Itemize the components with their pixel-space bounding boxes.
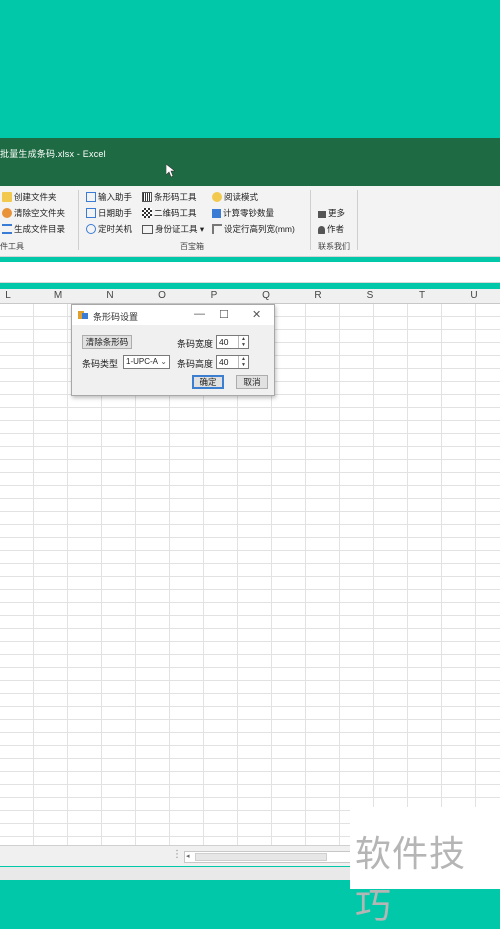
- clear-empty-folder-label: 清除空文件夹: [14, 208, 66, 218]
- formula-bar[interactable]: [0, 262, 500, 283]
- person-icon: [318, 226, 325, 234]
- generate-file-list-button[interactable]: 生成文件目录: [2, 222, 65, 236]
- chevron-down-icon: ⌄: [160, 357, 167, 366]
- input-helper-icon: [86, 192, 96, 202]
- more-icon: [318, 211, 326, 218]
- more-label: 更多: [328, 208, 346, 218]
- column-header[interactable]: N: [106, 290, 113, 301]
- qrcode-icon: [142, 208, 152, 218]
- input-helper-button[interactable]: 输入助手: [86, 190, 132, 204]
- qrcode-tool-label: 二维码工具: [154, 208, 197, 218]
- column-header[interactable]: O: [158, 290, 166, 301]
- barcode-tool-button[interactable]: 条形码工具: [142, 190, 197, 204]
- generate-file-list-label: 生成文件目录: [14, 224, 66, 234]
- barcode-height-spinner[interactable]: 40 ▲ ▼: [216, 355, 249, 369]
- baobao-group-label: 百宝箱: [180, 242, 204, 251]
- set-row-col-size-button[interactable]: 设定行高列宽(mm): [212, 222, 295, 236]
- column-header[interactable]: U: [470, 290, 477, 301]
- barcode-type-value: 1-UPC-A: [126, 357, 159, 366]
- id-card-tool-button[interactable]: 身份证工具 ▾: [142, 222, 204, 236]
- status-strip: [0, 867, 350, 880]
- minimize-icon[interactable]: —: [194, 308, 205, 320]
- id-card-tool-label: 身份证工具 ▾: [155, 224, 205, 234]
- column-header[interactable]: P: [211, 290, 218, 301]
- delete-folder-icon: [2, 208, 12, 218]
- column-header-row: L M N O P Q R S T U: [0, 289, 500, 304]
- barcode-height-label: 条码高度: [177, 359, 214, 369]
- count-change-label: 计算零钞数量: [223, 208, 275, 218]
- input-helper-label: 输入助手: [98, 192, 133, 202]
- count-change-button[interactable]: 计算零钞数量: [212, 206, 274, 220]
- clear-barcode-button[interactable]: 清除条形码: [82, 335, 132, 349]
- column-header[interactable]: R: [314, 290, 321, 301]
- watermark-text: 软件技巧: [355, 834, 467, 927]
- close-icon[interactable]: ✕: [252, 308, 261, 321]
- column-header[interactable]: T: [419, 290, 425, 301]
- scroll-left-icon[interactable]: ◂: [186, 853, 190, 861]
- sun-icon: [212, 192, 222, 202]
- contact-us-group-label: 联系我们: [318, 242, 350, 251]
- spin-arrows-icon[interactable]: ▲ ▼: [238, 336, 248, 348]
- horizontal-scrollbar[interactable]: ◂: [184, 851, 352, 863]
- dialog-title: 条形码设置: [93, 312, 139, 322]
- qrcode-tool-button[interactable]: 二维码工具: [142, 206, 197, 220]
- ok-button[interactable]: 确定: [192, 375, 224, 389]
- calendar-icon: [86, 208, 96, 218]
- barcode-type-select[interactable]: 1-UPC-A ⌄: [123, 355, 170, 369]
- barcode-type-label: 条码类型: [82, 359, 119, 369]
- id-card-icon: [142, 225, 153, 234]
- maximize-icon[interactable]: ☐: [219, 308, 229, 321]
- ribbon: 创建文件夹 清除空文件夹 生成文件目录 件工具 输入助手 日期助手 定时关机 条…: [0, 186, 500, 257]
- ribbon-separator: [310, 190, 311, 250]
- column-header[interactable]: M: [54, 290, 62, 301]
- barcode-icon: [142, 192, 152, 202]
- ribbon-separator: [357, 190, 358, 250]
- ribbon-separator: [78, 190, 79, 250]
- app-icon: [78, 310, 88, 320]
- cancel-button[interactable]: 取消: [236, 375, 268, 389]
- mouse-cursor-icon: [165, 163, 176, 180]
- column-header[interactable]: Q: [262, 290, 270, 301]
- barcode-width-spinner[interactable]: 40 ▲ ▼: [216, 335, 249, 349]
- barcode-tool-label: 条形码工具: [154, 192, 197, 202]
- column-header[interactable]: S: [367, 290, 374, 301]
- create-folder-button[interactable]: 创建文件夹: [2, 190, 57, 204]
- clear-empty-folder-button[interactable]: 清除空文件夹: [2, 206, 65, 220]
- author-label: 作者: [327, 224, 345, 234]
- date-helper-button[interactable]: 日期助手: [86, 206, 132, 220]
- barcode-width-label: 条码宽度: [177, 339, 214, 349]
- window-title: 批量生成条码.xlsx - Excel: [0, 149, 106, 159]
- barcode-width-value: 40: [219, 337, 229, 347]
- calculator-icon: [212, 209, 221, 218]
- column-header[interactable]: L: [5, 290, 11, 301]
- barcode-height-value: 40: [219, 357, 229, 367]
- folder-icon: [2, 192, 12, 202]
- more-button[interactable]: 更多: [318, 206, 345, 220]
- clock-icon: [86, 224, 96, 234]
- scrollbar-thumb[interactable]: [195, 853, 327, 861]
- timed-shutdown-button[interactable]: 定时关机: [86, 222, 132, 236]
- create-folder-label: 创建文件夹: [14, 192, 57, 202]
- reading-mode-label: 阅读模式: [224, 192, 259, 202]
- barcode-settings-dialog: 条形码设置 — ☐ ✕ 清除条形码 条码宽度 40 ▲ ▼ 条码类型 1-UPC-…: [71, 304, 275, 396]
- date-helper-label: 日期助手: [98, 208, 133, 218]
- dialog-title-bar: 条形码设置 — ☐ ✕: [72, 305, 274, 325]
- list-icon: [2, 224, 12, 234]
- excel-title-bar: 批量生成条码.xlsx - Excel: [0, 138, 500, 186]
- timed-shutdown-label: 定时关机: [98, 224, 133, 234]
- reading-mode-button[interactable]: 阅读模式: [212, 190, 258, 204]
- set-row-col-size-label: 设定行高列宽(mm): [224, 224, 295, 234]
- row-height-icon: [212, 224, 222, 234]
- author-button[interactable]: 作者: [318, 222, 344, 236]
- spin-arrows-icon[interactable]: ▲ ▼: [238, 356, 248, 368]
- file-tools-group-label: 件工具: [0, 242, 24, 251]
- tab-splitter-icon[interactable]: ⋮: [172, 849, 182, 860]
